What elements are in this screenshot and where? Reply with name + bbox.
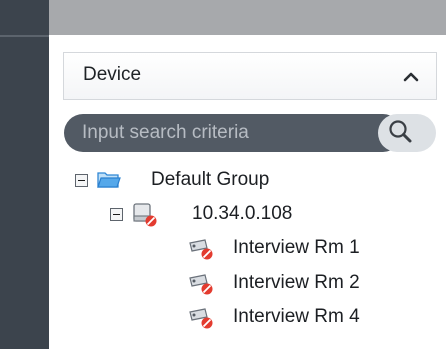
search-pill (64, 114, 402, 152)
tree-node-channel[interactable]: Interview Rm 2 (188, 268, 418, 298)
tree-node-device[interactable]: 10.34.0.108 (98, 199, 358, 229)
collapse-toggle-icon[interactable] (75, 174, 88, 187)
offline-camera-icon (188, 306, 214, 330)
tree-node-channel[interactable]: Interview Rm 4 (188, 302, 418, 332)
tree-node-default-group[interactable]: Default Group (70, 165, 330, 195)
tree-node-label: Interview Rm 1 (233, 237, 360, 258)
search-input[interactable] (82, 119, 382, 147)
chevron-up-icon[interactable] (400, 66, 422, 88)
folder-open-icon (97, 169, 121, 191)
search-button[interactable] (378, 114, 436, 152)
search-bar (64, 114, 442, 152)
top-strip (0, 0, 446, 35)
tree-node-label: Interview Rm 4 (233, 306, 360, 327)
device-panel-title: Device (83, 64, 142, 85)
search-icon (389, 120, 412, 143)
tree-node-label: 10.34.0.108 (192, 203, 293, 224)
tree-node-label: Default Group (151, 169, 270, 190)
tree-node-label: Interview Rm 2 (233, 272, 360, 293)
left-strip-separator (0, 35, 49, 37)
offline-camera-icon (188, 237, 214, 261)
left-side-strip (0, 0, 49, 349)
device-panel-header[interactable]: Device (63, 52, 437, 100)
collapse-toggle-icon[interactable] (110, 208, 123, 221)
offline-camera-icon (188, 272, 214, 296)
tree-node-channel[interactable]: Interview Rm 1 (188, 233, 418, 263)
offline-device-icon (132, 202, 158, 228)
